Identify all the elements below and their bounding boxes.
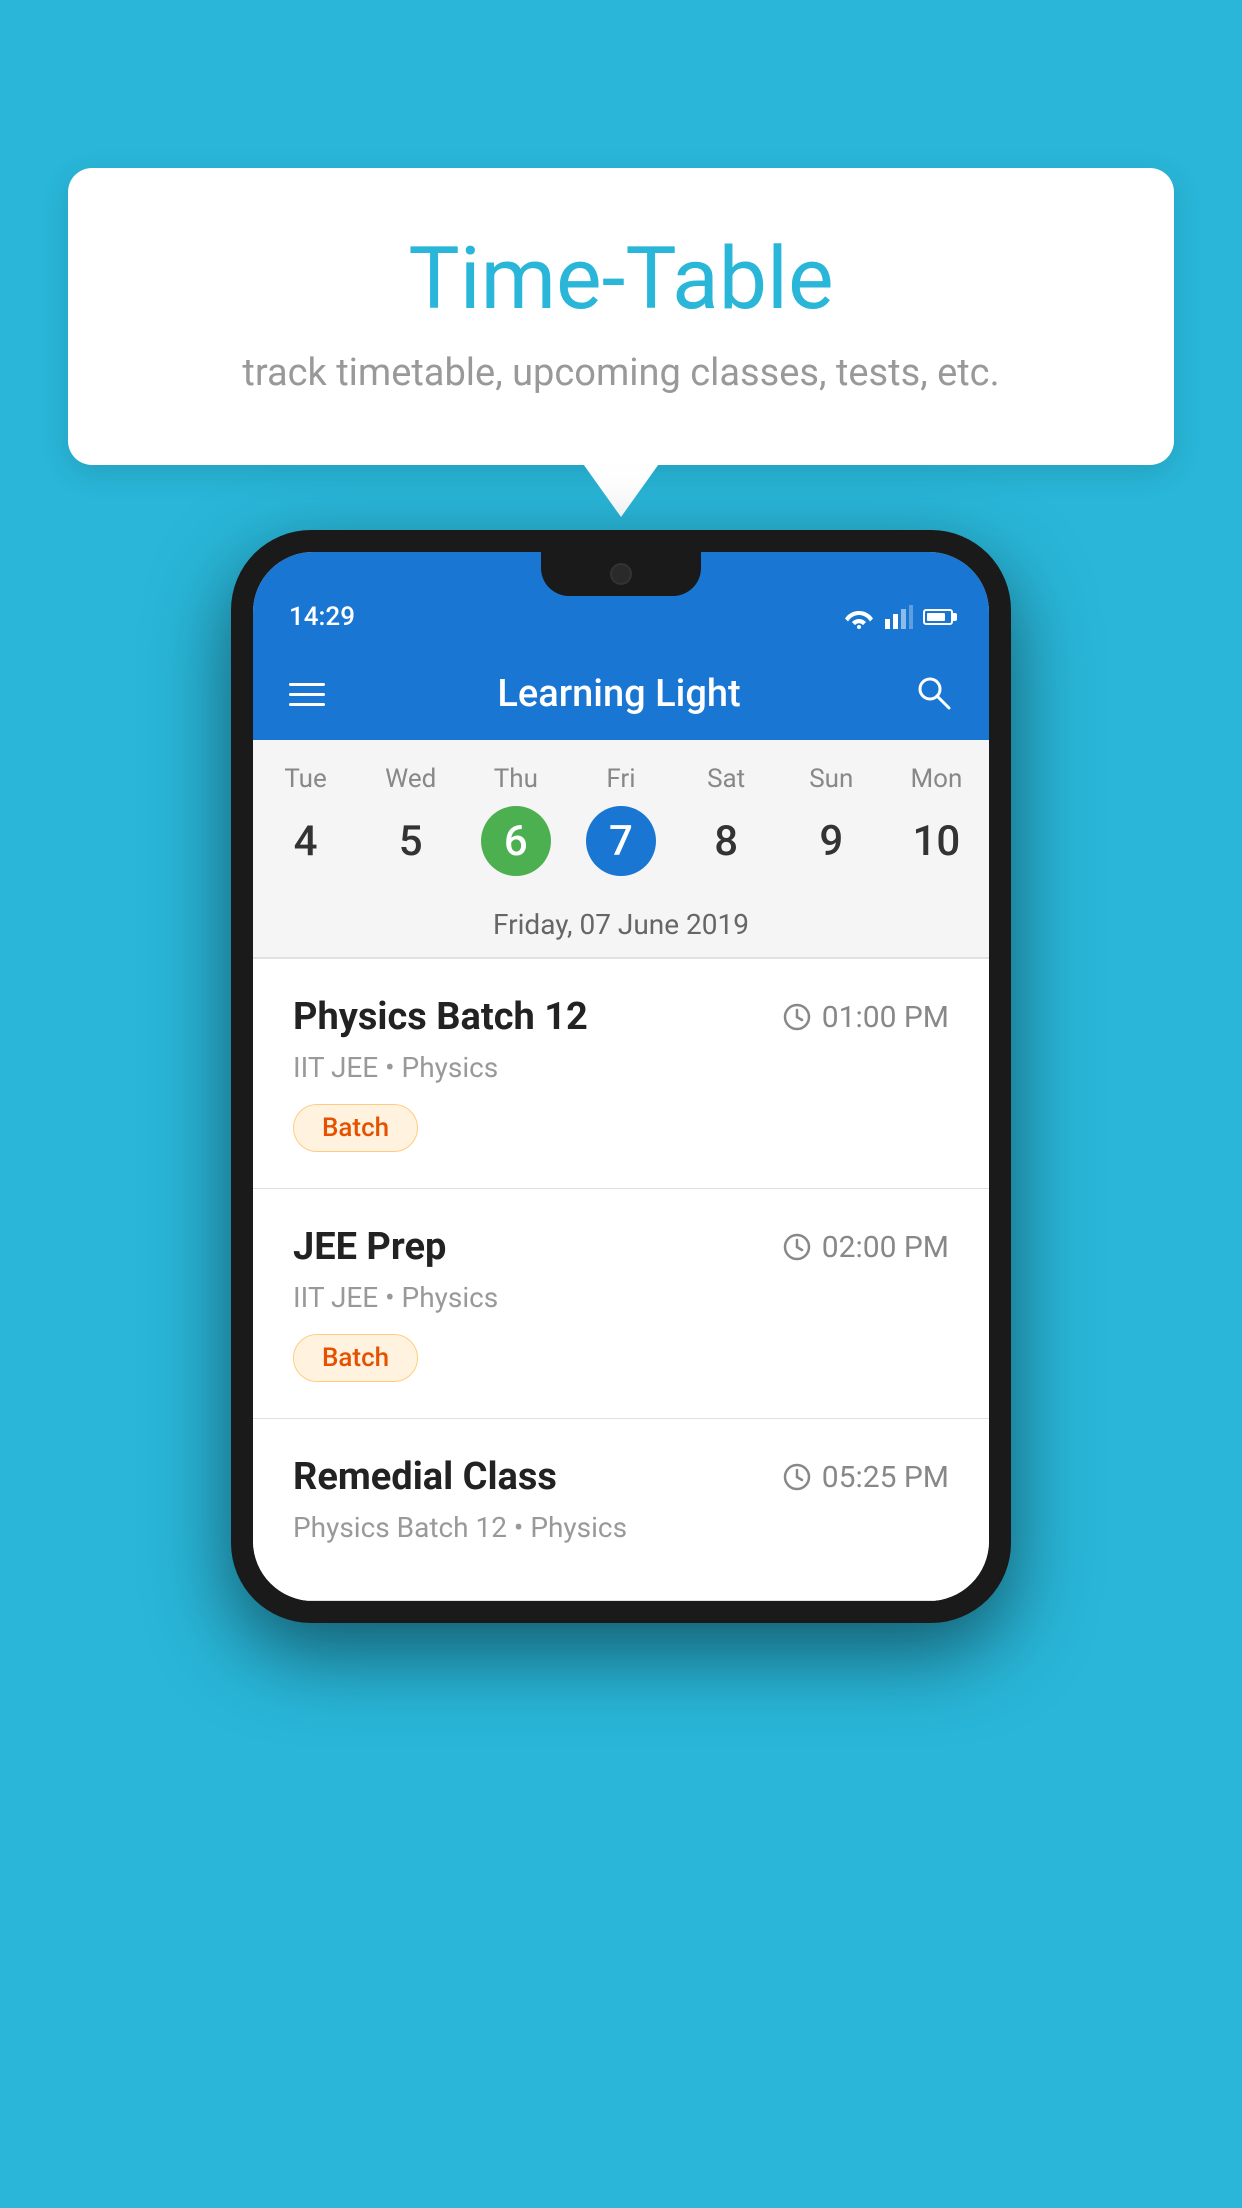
day-number-sat: 8 <box>691 806 761 876</box>
event-sub-1: IIT JEE • Physics <box>293 1051 949 1084</box>
phone-outer: 14:29 <box>231 530 1011 1623</box>
search-button[interactable] <box>913 672 953 716</box>
event-header-2: JEE Prep 02:00 PM <box>293 1225 949 1269</box>
day-name-sun: Sun <box>809 764 853 794</box>
clock-icon-3 <box>782 1462 812 1492</box>
event-card-physics-batch-12[interactable]: Physics Batch 12 01:00 PM IIT JEE • Phys… <box>253 959 989 1189</box>
event-card-remedial[interactable]: Remedial Class 05:25 PM Physics Batch 12… <box>253 1419 989 1601</box>
hamburger-line-1 <box>289 683 325 686</box>
event-time-2: 02:00 PM <box>782 1230 949 1265</box>
day-number-wed: 5 <box>376 806 446 876</box>
day-number-thu: 6 <box>481 806 551 876</box>
day-col-sat[interactable]: Sat 8 <box>674 756 779 884</box>
clock-icon-1 <box>782 1002 812 1032</box>
clock-icon-2 <box>782 1232 812 1262</box>
tooltip-card: Time-Table track timetable, upcoming cla… <box>68 168 1174 465</box>
phone-screen: 14:29 <box>253 552 989 1601</box>
selected-date-label: Friday, 07 June 2019 <box>253 892 989 957</box>
day-name-fri: Fri <box>606 764 635 794</box>
phone-camera <box>610 563 632 585</box>
phone-notch <box>541 552 701 596</box>
event-title-2: JEE Prep <box>293 1225 446 1269</box>
tooltip-subtitle: track timetable, upcoming classes, tests… <box>148 351 1094 395</box>
day-name-wed: Wed <box>385 764 436 794</box>
tooltip-title: Time-Table <box>148 228 1094 329</box>
status-time: 14:29 <box>289 602 355 632</box>
day-number-tue: 4 <box>271 806 341 876</box>
status-icons <box>843 605 953 629</box>
day-name-thu: Thu <box>494 764 538 794</box>
hamburger-line-2 <box>289 693 325 696</box>
event-header-3: Remedial Class 05:25 PM <box>293 1455 949 1499</box>
event-title-1: Physics Batch 12 <box>293 995 588 1039</box>
event-time-3: 05:25 PM <box>782 1460 949 1495</box>
batch-badge-2: Batch <box>293 1334 418 1382</box>
day-col-fri[interactable]: Fri 7 <box>568 756 673 884</box>
event-sub-2: IIT JEE • Physics <box>293 1281 949 1314</box>
battery-icon <box>923 609 953 625</box>
day-col-thu[interactable]: Thu 6 <box>463 756 568 884</box>
day-number-fri: 7 <box>586 806 656 876</box>
event-sub-3: Physics Batch 12 • Physics <box>293 1511 949 1544</box>
day-name-mon: Mon <box>910 764 962 794</box>
batch-badge-1: Batch <box>293 1104 418 1152</box>
day-name-sat: Sat <box>707 764 745 794</box>
phone-wrapper: 14:29 <box>231 530 1011 1623</box>
event-header-1: Physics Batch 12 01:00 PM <box>293 995 949 1039</box>
day-col-tue[interactable]: Tue 4 <box>253 756 358 884</box>
day-number-mon: 10 <box>901 806 971 876</box>
calendar-section: Tue 4 Wed 5 Thu 6 Fri 7 <box>253 740 989 959</box>
week-days-row: Tue 4 Wed 5 Thu 6 Fri 7 <box>253 740 989 892</box>
day-col-sun[interactable]: Sun 9 <box>779 756 884 884</box>
day-number-sun: 9 <box>796 806 866 876</box>
search-icon <box>913 672 953 712</box>
signal-icon <box>885 605 913 629</box>
day-col-mon[interactable]: Mon 10 <box>884 756 989 884</box>
wifi-icon <box>843 605 875 629</box>
event-title-3: Remedial Class <box>293 1455 557 1499</box>
hamburger-menu-icon[interactable] <box>289 683 325 706</box>
event-card-jee-prep[interactable]: JEE Prep 02:00 PM IIT JEE • Physics Batc… <box>253 1189 989 1419</box>
day-name-tue: Tue <box>284 764 326 794</box>
day-col-wed[interactable]: Wed 5 <box>358 756 463 884</box>
event-time-1: 01:00 PM <box>782 1000 949 1035</box>
hamburger-line-3 <box>289 703 325 706</box>
app-bar: Learning Light <box>253 648 989 740</box>
app-title: Learning Light <box>497 672 740 716</box>
